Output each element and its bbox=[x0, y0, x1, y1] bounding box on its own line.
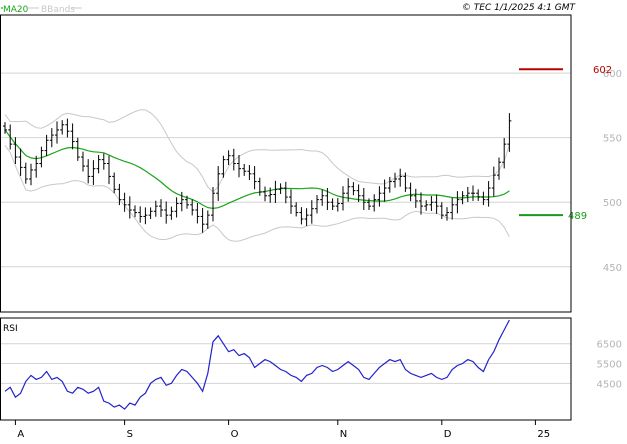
x-axis-label: 25 bbox=[537, 429, 550, 440]
ohlc-bar bbox=[377, 186, 382, 207]
rsi-tick-label: 4500 bbox=[597, 379, 622, 390]
ohlc-bar bbox=[143, 207, 148, 225]
chart-svg: 450500550600602489450055006500RSIA S O N D 25… bbox=[0, 3, 622, 440]
ohlc-bar bbox=[263, 186, 267, 202]
ohlc-bar bbox=[164, 201, 169, 224]
ohlc-bar bbox=[226, 150, 231, 166]
bband-upper-line bbox=[4, 109, 510, 193]
stock-chart: 450 500 550 600 602 489 4500 5500 6500 RSI A S O N D 25… bbox=[0, 0, 627, 440]
ohlc-bar bbox=[60, 120, 65, 135]
ma20-line bbox=[4, 129, 510, 210]
ohlc-bar bbox=[372, 194, 377, 212]
price-panel-frame bbox=[0, 14, 572, 313]
ohlc-bar bbox=[393, 172, 397, 188]
x-axis-label: O bbox=[231, 429, 239, 440]
ohlc-bar bbox=[341, 186, 345, 211]
ohlc-bar bbox=[283, 181, 288, 204]
ohlc-bar bbox=[148, 207, 153, 220]
ohlc-bar bbox=[315, 195, 319, 214]
rsi-line bbox=[4, 319, 510, 410]
ohlc-bar bbox=[486, 181, 491, 207]
ohlc-bar bbox=[138, 206, 143, 223]
ohlc-bar bbox=[398, 168, 403, 187]
ohlc-bar bbox=[289, 189, 293, 214]
ohlc-bar bbox=[101, 153, 106, 170]
ohlc-bar bbox=[91, 160, 96, 185]
ohlc-bar bbox=[75, 137, 80, 161]
ohlc-bar bbox=[257, 177, 262, 196]
ohlc-bar bbox=[450, 197, 455, 220]
ohlc-bar bbox=[205, 210, 210, 229]
ohlc-bar bbox=[211, 187, 215, 222]
price-tick-label: 550 bbox=[603, 134, 622, 145]
ohlc-bar bbox=[153, 200, 158, 217]
ohlc-bar bbox=[200, 207, 205, 233]
ohlc-bar bbox=[70, 123, 75, 150]
rsi-panel-frame bbox=[0, 317, 572, 421]
ohlc-bar bbox=[299, 207, 304, 225]
x-axis-label: S bbox=[127, 429, 133, 440]
ma20-legend: MA20 bbox=[3, 5, 29, 15]
ohlc-bar bbox=[252, 166, 257, 190]
ohlc-bar bbox=[476, 189, 481, 201]
ohlc-bar bbox=[29, 163, 33, 186]
ohlc-bar bbox=[96, 154, 101, 174]
ohlc-bar bbox=[273, 180, 278, 204]
ohlc-bar bbox=[133, 205, 137, 218]
ohlc-bar bbox=[481, 191, 486, 206]
ohlc-bar bbox=[86, 159, 91, 184]
rsi-title: RSI bbox=[3, 324, 18, 334]
ohlc-bar bbox=[169, 206, 174, 220]
bband-lower-line bbox=[4, 145, 510, 242]
x-axis-label: A bbox=[17, 429, 24, 440]
ohlc-bar bbox=[507, 113, 512, 152]
x-axis-label: D bbox=[444, 429, 452, 440]
ohlc-bar bbox=[18, 148, 23, 176]
ohlc-bar bbox=[491, 166, 496, 197]
ohlc-bar bbox=[330, 198, 335, 210]
x-axis-label: N bbox=[340, 429, 347, 440]
ohlc-bar bbox=[351, 182, 356, 196]
ohlc-bar bbox=[127, 196, 132, 219]
ohlc-bar bbox=[419, 192, 423, 215]
bbands-legend: BBands bbox=[41, 5, 75, 15]
rsi-tick-label: 6500 bbox=[597, 340, 622, 351]
price-tick-label: 500 bbox=[603, 198, 622, 209]
ohlc-bar bbox=[23, 162, 28, 184]
ohlc-bar bbox=[335, 198, 340, 212]
ohlc-bar bbox=[8, 124, 13, 150]
ohlc-bar bbox=[65, 118, 70, 138]
ohlc-bar bbox=[174, 197, 179, 218]
ohlc-bar bbox=[413, 188, 418, 208]
ohlc-bar bbox=[387, 176, 392, 193]
price-tick-label: 450 bbox=[603, 263, 622, 274]
ohlc-bar bbox=[304, 208, 309, 226]
ohlc-bar bbox=[320, 189, 325, 206]
ohlc-bar bbox=[465, 187, 470, 202]
ohlc-bar bbox=[471, 185, 475, 201]
ohlc-bar bbox=[309, 200, 314, 224]
ohlc-bar bbox=[195, 203, 200, 224]
resistance-level-label: 602 bbox=[593, 65, 612, 76]
ohlc-bar bbox=[55, 121, 59, 144]
ohlc-bar bbox=[112, 172, 117, 194]
ohlc-bar bbox=[294, 202, 299, 217]
ohlc-bar bbox=[237, 154, 241, 178]
ohlc-bar bbox=[429, 196, 434, 212]
ohlc-bar bbox=[445, 207, 449, 221]
rsi-tick-label: 5500 bbox=[597, 360, 622, 371]
ohlc-bar bbox=[81, 151, 85, 172]
ohlc-bar bbox=[434, 194, 439, 214]
ohlc-bar bbox=[361, 188, 366, 210]
ohlc-bar bbox=[107, 155, 111, 185]
ohlc-bar bbox=[408, 182, 413, 202]
ohlc-bar bbox=[247, 165, 252, 181]
copyright-credit: © TEC 1/1/2025 4:1 GMT bbox=[462, 3, 577, 13]
ohlc-bar bbox=[242, 164, 247, 176]
